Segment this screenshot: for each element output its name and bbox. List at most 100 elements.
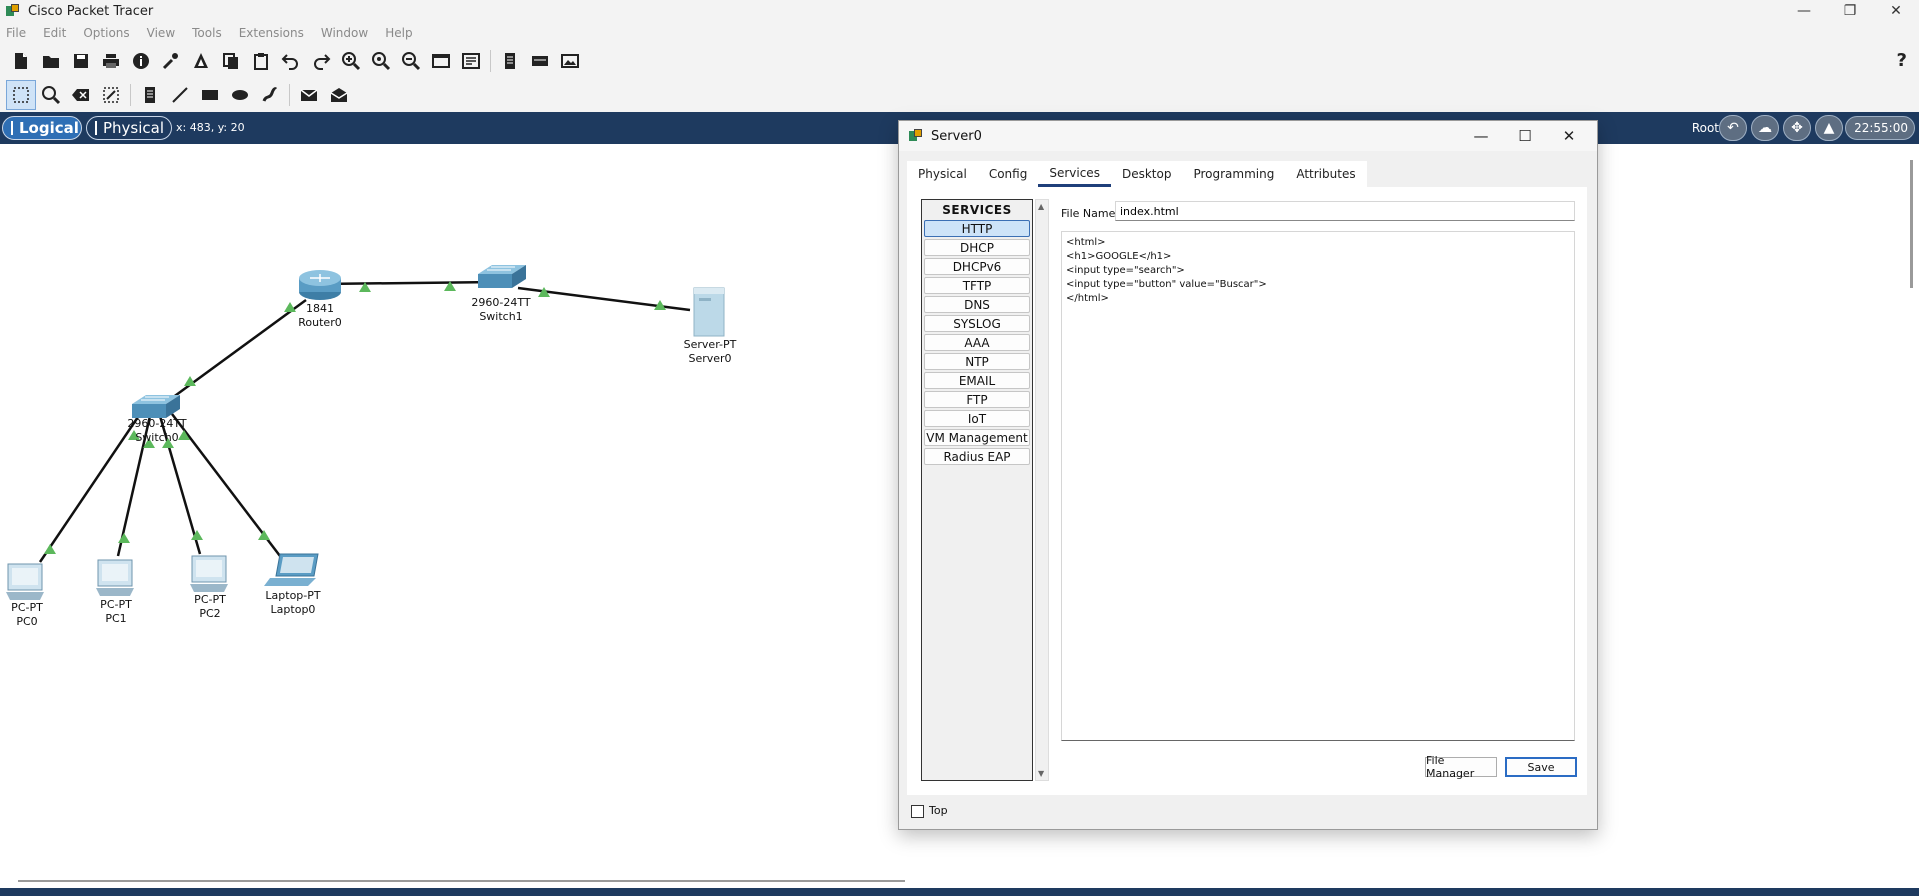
vertical-scrollbar[interactable] bbox=[1905, 144, 1919, 874]
restore-button[interactable]: ❐ bbox=[1827, 0, 1873, 22]
clock-time: 22:55:00 bbox=[1854, 121, 1908, 135]
service-email[interactable]: EMAIL bbox=[924, 372, 1030, 389]
zoom-in-icon[interactable] bbox=[336, 46, 366, 76]
service-aaa[interactable]: AAA bbox=[924, 334, 1030, 351]
service-http[interactable]: HTTP bbox=[924, 220, 1030, 237]
zoom-out-icon[interactable] bbox=[396, 46, 426, 76]
file-content-editor[interactable]: <html> <h1>GOOGLE</h1> <input type="sear… bbox=[1061, 231, 1575, 741]
file-name-input[interactable] bbox=[1115, 201, 1575, 221]
place-note-icon[interactable] bbox=[135, 80, 165, 110]
complex-pdu-icon[interactable] bbox=[324, 80, 354, 110]
dialog-maximize-button[interactable]: ☐ bbox=[1503, 123, 1547, 149]
simple-pdu-icon[interactable] bbox=[294, 80, 324, 110]
service-tftp[interactable]: TFTP bbox=[924, 277, 1030, 294]
menu-help[interactable]: Help bbox=[385, 26, 412, 40]
service-syslog[interactable]: SYSLOG bbox=[924, 315, 1030, 332]
top-checkbox[interactable] bbox=[911, 805, 924, 818]
switch1-icon[interactable] bbox=[478, 265, 526, 288]
horizontal-scrollbar[interactable] bbox=[0, 874, 1919, 888]
physical-workspace-button[interactable]: Physical bbox=[86, 116, 172, 140]
toolbar-separator bbox=[130, 84, 131, 106]
service-iot[interactable]: IoT bbox=[924, 410, 1030, 427]
menu-tools[interactable]: Tools bbox=[192, 26, 222, 40]
draw-ellipse-icon[interactable] bbox=[225, 80, 255, 110]
file-manager-button[interactable]: File Manager bbox=[1425, 754, 1497, 780]
freeform-icon[interactable] bbox=[255, 80, 285, 110]
tab-config[interactable]: Config bbox=[977, 161, 1039, 187]
logical-workspace-button[interactable]: Logical bbox=[2, 116, 82, 140]
service-radius-eap[interactable]: Radius EAP bbox=[924, 448, 1030, 465]
service-dns[interactable]: DNS bbox=[924, 296, 1030, 313]
undo-icon[interactable] bbox=[276, 46, 306, 76]
inspect-icon[interactable] bbox=[36, 80, 66, 110]
link-router0-switch1[interactable] bbox=[319, 280, 499, 286]
service-dhcpv6[interactable]: DHCPv6 bbox=[924, 258, 1030, 275]
resize-icon[interactable] bbox=[96, 80, 126, 110]
back-icon[interactable]: ↶ bbox=[1719, 115, 1747, 141]
menu-edit[interactable]: Edit bbox=[43, 26, 66, 40]
menu-window[interactable]: Window bbox=[321, 26, 368, 40]
close-button[interactable]: ✕ bbox=[1873, 0, 1919, 22]
tab-desktop[interactable]: Desktop bbox=[1110, 161, 1183, 187]
laptop0-icon[interactable] bbox=[264, 553, 319, 586]
save-button[interactable]: Save bbox=[1505, 757, 1577, 777]
dialog-title-bar[interactable]: Server0 — ☐ ✕ bbox=[899, 121, 1597, 151]
clock[interactable]: 22:55:00 bbox=[1845, 116, 1915, 140]
redo-icon[interactable] bbox=[306, 46, 336, 76]
scroll-down-icon[interactable]: ▼ bbox=[1038, 769, 1044, 778]
server-icon[interactable] bbox=[693, 287, 725, 337]
tab-physical[interactable]: Physical bbox=[907, 161, 978, 187]
notes-icon[interactable] bbox=[495, 46, 525, 76]
device-name: Laptop0 bbox=[270, 603, 316, 616]
packet-tracer-icon bbox=[909, 129, 923, 143]
drawing-palette-icon[interactable] bbox=[426, 46, 456, 76]
activity-wizard-icon[interactable] bbox=[186, 46, 216, 76]
minimize-button[interactable]: — bbox=[1781, 0, 1827, 22]
info-icon[interactable] bbox=[126, 46, 156, 76]
open-folder-icon[interactable] bbox=[36, 46, 66, 76]
menu-file[interactable]: File bbox=[6, 26, 26, 40]
network-info-icon[interactable] bbox=[156, 46, 186, 76]
menu-options[interactable]: Options bbox=[83, 26, 129, 40]
vertical-scroll-thumb[interactable] bbox=[1910, 160, 1913, 288]
cloud-icon[interactable]: ☁ bbox=[1751, 115, 1779, 141]
logical-label: Logical bbox=[19, 119, 79, 137]
print-icon[interactable] bbox=[96, 46, 126, 76]
device-template-icon[interactable] bbox=[525, 46, 555, 76]
viewport-icon[interactable]: ▲ bbox=[1815, 115, 1843, 141]
pc2-icon[interactable] bbox=[190, 555, 228, 592]
tab-attributes[interactable]: Attributes bbox=[1285, 161, 1367, 187]
menu-view[interactable]: View bbox=[147, 26, 175, 40]
horizontal-scroll-thumb[interactable] bbox=[18, 880, 905, 882]
draw-rectangle-icon[interactable] bbox=[195, 80, 225, 110]
copy-icon[interactable] bbox=[216, 46, 246, 76]
service-ftp[interactable]: FTP bbox=[924, 391, 1030, 408]
menu-extensions[interactable]: Extensions bbox=[239, 26, 304, 40]
service-ntp[interactable]: NTP bbox=[924, 353, 1030, 370]
bottom-bar bbox=[0, 888, 1919, 896]
save-icon[interactable] bbox=[66, 46, 96, 76]
delete-icon[interactable] bbox=[66, 80, 96, 110]
scroll-up-icon[interactable]: ▲ bbox=[1038, 202, 1044, 211]
new-file-icon[interactable] bbox=[6, 46, 36, 76]
dialog-minimize-button[interactable]: — bbox=[1459, 123, 1503, 149]
select-icon[interactable] bbox=[6, 80, 36, 110]
help-button[interactable]: ? bbox=[1897, 50, 1907, 71]
router-icon[interactable] bbox=[299, 270, 341, 300]
pc0-icon[interactable] bbox=[6, 563, 44, 600]
tab-programming[interactable]: Programming bbox=[1182, 161, 1286, 187]
dialog-controls: — ☐ ✕ bbox=[1459, 123, 1591, 149]
pc1-icon[interactable] bbox=[96, 559, 134, 596]
custom-devices-icon[interactable] bbox=[456, 46, 486, 76]
paste-icon[interactable] bbox=[246, 46, 276, 76]
service-vm-management[interactable]: VM Management bbox=[924, 429, 1030, 446]
draw-line-icon[interactable] bbox=[165, 80, 195, 110]
service-dhcp[interactable]: DHCP bbox=[924, 239, 1030, 256]
device-name: PC2 bbox=[199, 607, 221, 620]
screenshot-icon[interactable] bbox=[555, 46, 585, 76]
zoom-reset-icon[interactable] bbox=[366, 46, 396, 76]
tab-services[interactable]: Services bbox=[1038, 161, 1111, 187]
services-scrollbar[interactable]: ▲ ▼ bbox=[1035, 199, 1049, 781]
dialog-close-button[interactable]: ✕ bbox=[1547, 123, 1591, 149]
move-icon[interactable]: ✥ bbox=[1783, 115, 1811, 141]
